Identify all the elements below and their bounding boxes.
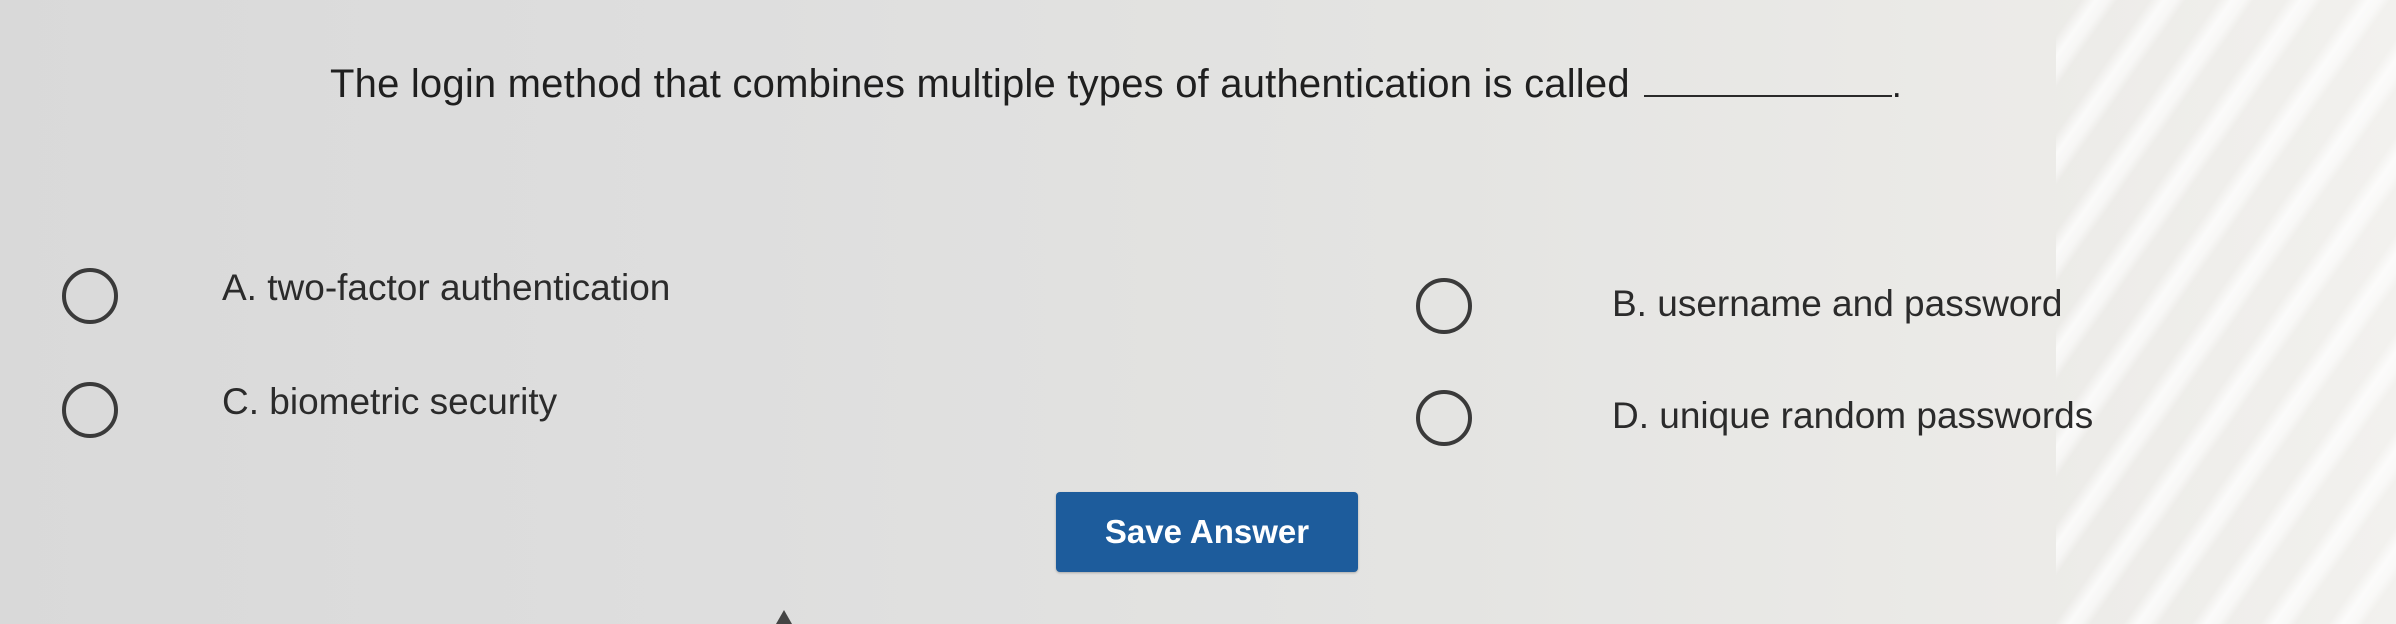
question-prompt: The login method that combines multiple … [330,62,1902,107]
option-a[interactable]: A. two-factor authentication [62,267,671,324]
answer-blank [1643,94,1892,97]
option-a-label: A. two-factor authentication [222,267,671,308]
radio-circle-icon[interactable] [1416,278,1472,334]
option-d-label: D. unique random passwords [1612,395,2094,436]
mouse-pointer-icon [776,610,792,624]
question-text: The login method that combines multiple … [330,62,1630,106]
radio-circle-icon[interactable] [62,382,118,438]
option-c[interactable]: C. biometric security [62,381,558,438]
option-d[interactable]: D. unique random passwords [1416,390,2093,446]
radio-circle-icon[interactable] [1416,390,1472,446]
background-shadow [2056,0,2396,624]
option-c-label: C. biometric security [222,381,558,422]
question-period: . [1891,64,1902,105]
option-b[interactable]: B. username and password [1416,278,2062,334]
save-answer-button[interactable]: Save Answer [1056,492,1358,572]
option-b-label: B. username and password [1612,283,2063,324]
radio-circle-icon[interactable] [62,268,118,324]
